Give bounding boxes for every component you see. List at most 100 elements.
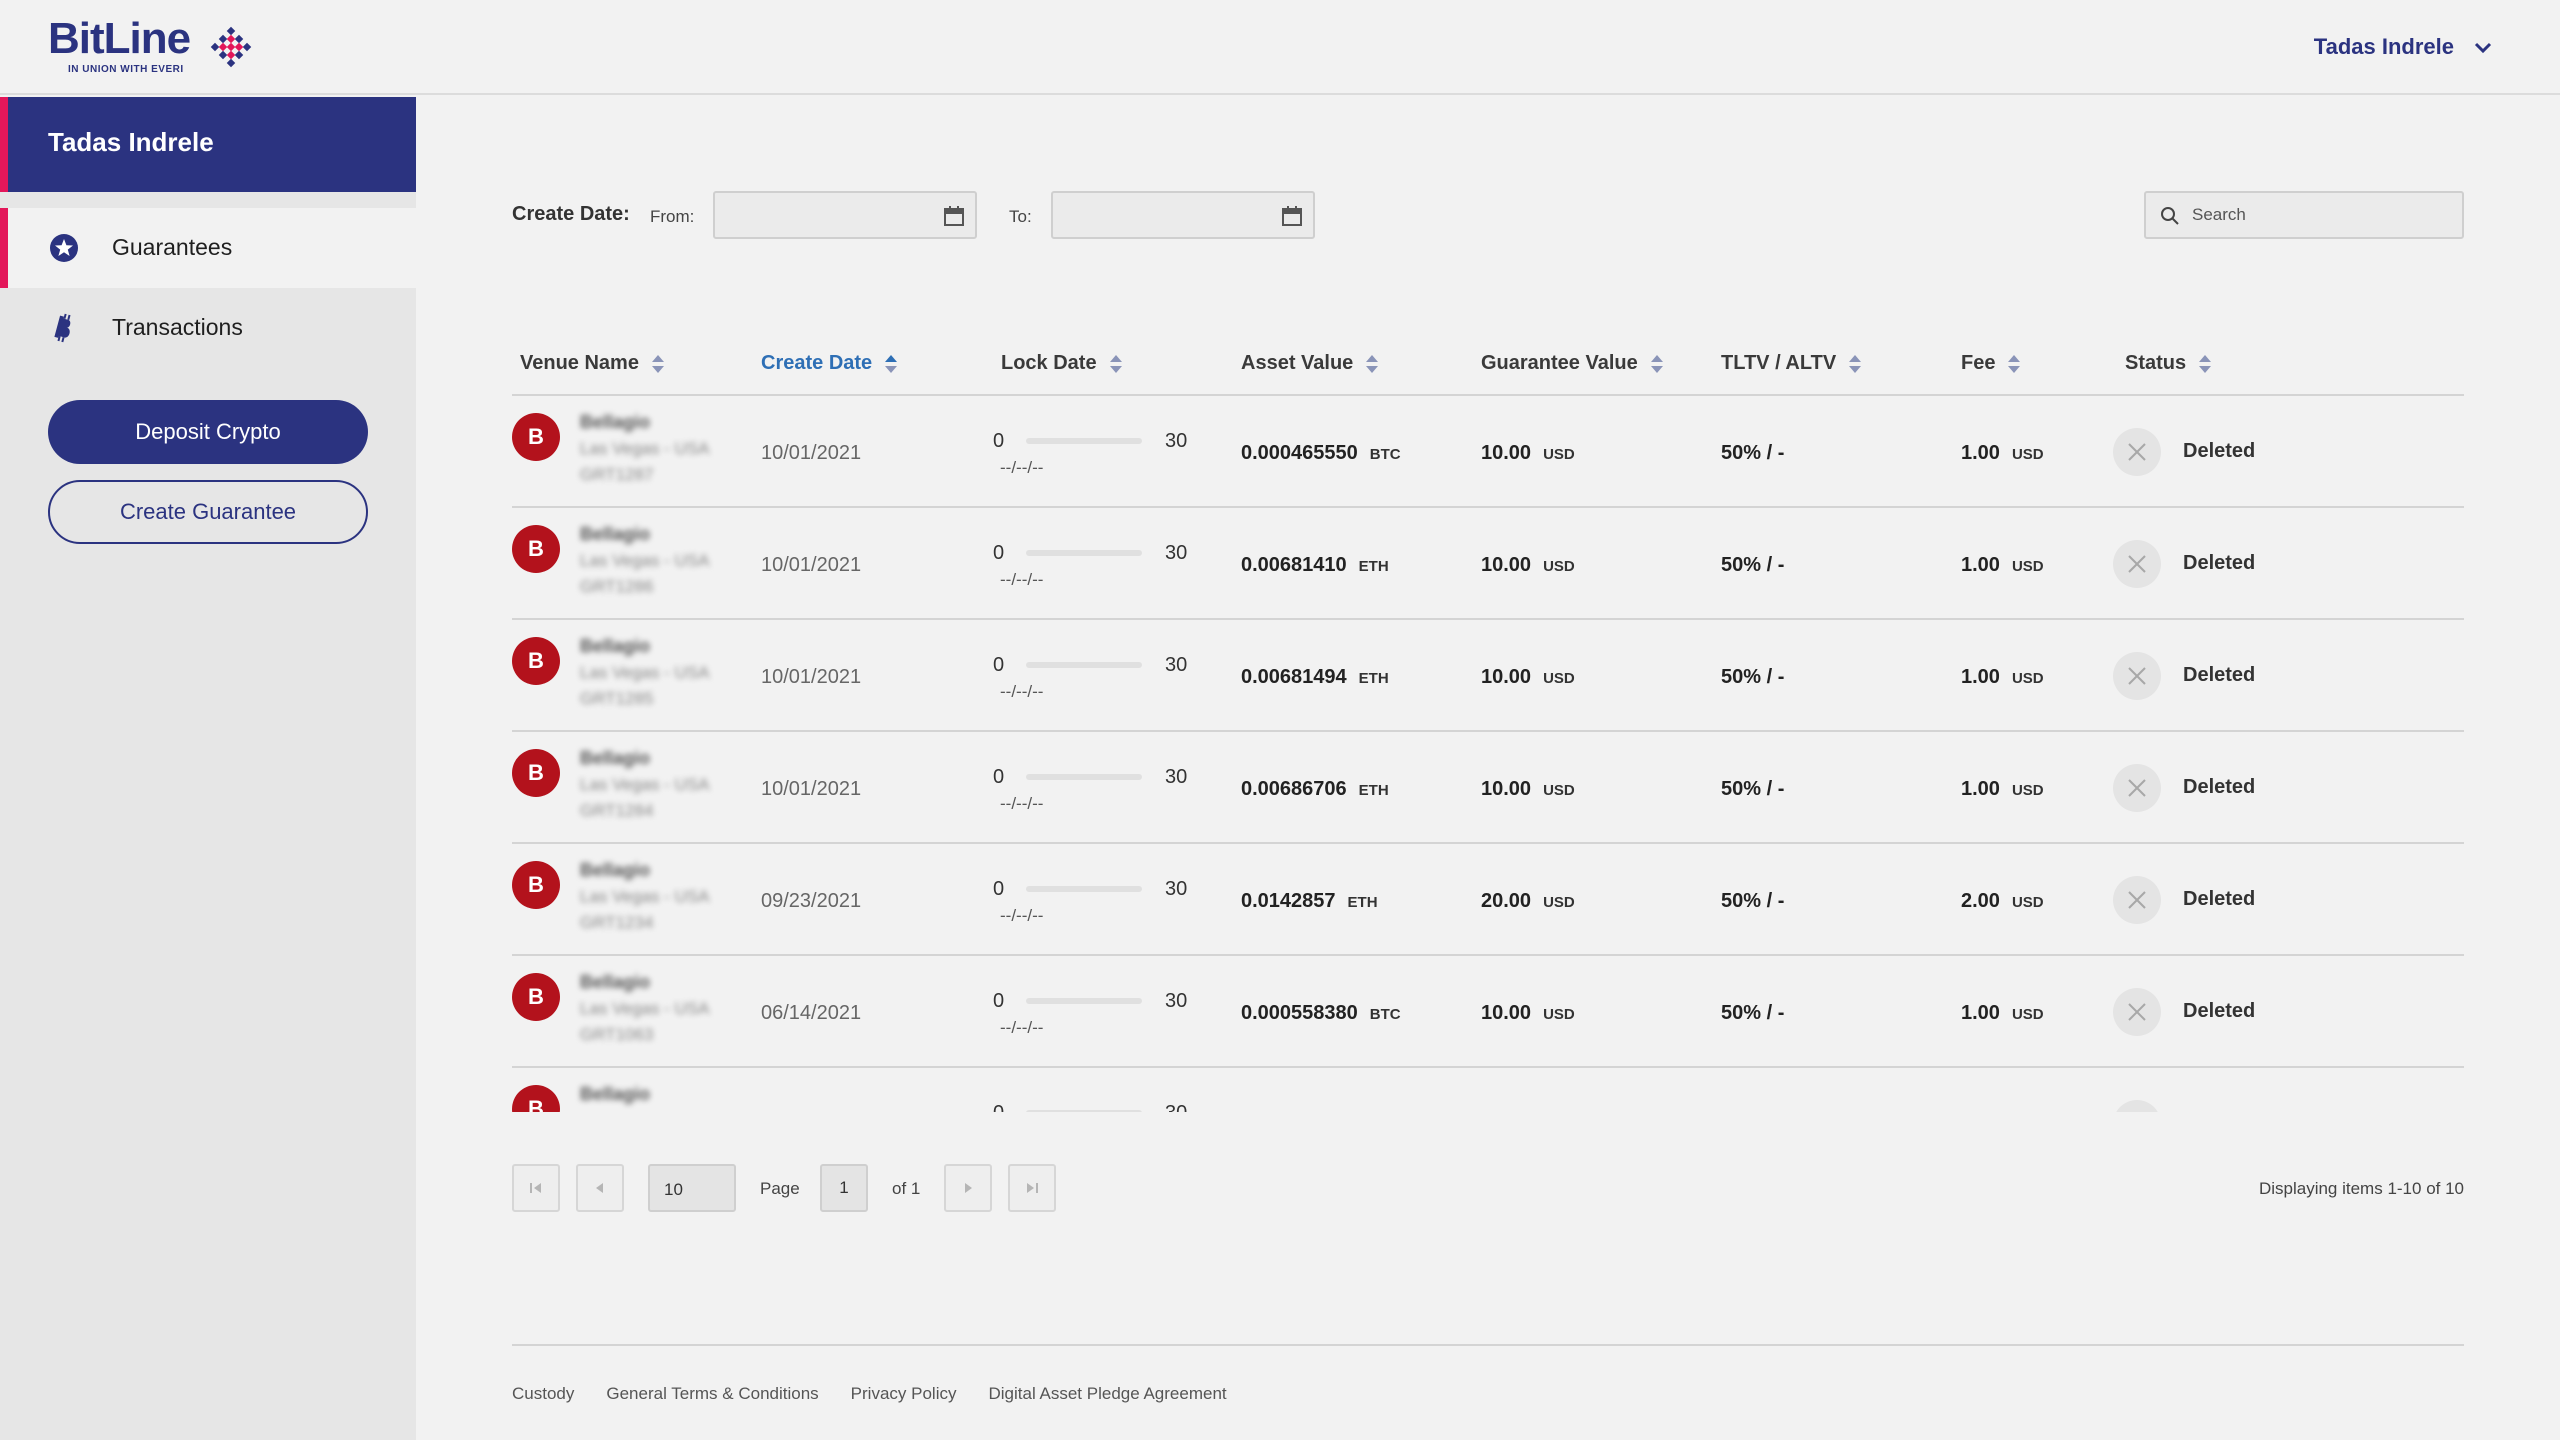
column-header-asset-value[interactable]: Asset Value: [1241, 352, 1379, 375]
status-icon: [2113, 876, 2161, 924]
venue-name: Bellagio: [580, 636, 651, 656]
search-box[interactable]: [2144, 191, 2464, 239]
column-header-venue-name[interactable]: Venue Name: [520, 352, 665, 375]
create-guarantee-button[interactable]: Create Guarantee: [48, 480, 368, 544]
pagination-bar: 10 Page 1 of 1 Displaying items 1-10 of …: [512, 1164, 2464, 1212]
close-icon: [2128, 1003, 2146, 1021]
venue-info: Bellagio Las Vegas - USA GRT1063: [580, 972, 709, 1045]
deposit-crypto-button[interactable]: Deposit Crypto: [48, 400, 368, 464]
user-menu[interactable]: Tadas Indrele: [2314, 34, 2494, 60]
guarantee-amount: 10.00: [1481, 1002, 1532, 1024]
next-page-button[interactable]: [944, 1164, 992, 1212]
asset-amount: 0.00686706: [1241, 778, 1347, 800]
sort-icon: [651, 354, 664, 373]
chevron-down-icon: [2474, 42, 2492, 54]
previous-page-button[interactable]: [576, 1164, 624, 1212]
sidebar-user-banner: Tadas Indrele: [0, 97, 416, 192]
column-label: Fee: [1961, 352, 1996, 374]
column-label: Status: [2125, 352, 2187, 374]
lock-date: --/--/--: [1000, 794, 1044, 813]
venue-code: GRT1285: [580, 689, 654, 708]
column-label: Asset Value: [1241, 352, 1354, 374]
guarantee-currency: USD: [1543, 782, 1575, 799]
table-row[interactable]: B Bellagio Las Vegas - USA GRT1287 10/01/202…: [512, 396, 2464, 508]
lock-date: --/--/--: [1000, 570, 1044, 589]
fee-value: 1.00 USD: [1961, 554, 2044, 577]
search-input[interactable]: [2192, 201, 2452, 229]
table-row[interactable]: B Bellagio Las Vegas - USA GRT1234 09/23/202…: [512, 844, 2464, 956]
lock-date: --/--/--: [1000, 906, 1044, 925]
status-icon: [2113, 652, 2161, 700]
sidebar-item-guarantees[interactable]: Guarantees: [0, 208, 416, 288]
create-date: 10/01/2021: [761, 442, 862, 464]
first-page-button[interactable]: [512, 1164, 560, 1212]
guarantee-value: 10.00 USD: [1481, 778, 1575, 801]
column-header-fee[interactable]: Fee: [1961, 352, 2021, 375]
calendar-icon[interactable]: [1281, 205, 1303, 227]
column-header-status[interactable]: Status: [2125, 352, 2212, 375]
sort-icon: [1366, 354, 1379, 373]
venue-avatar: B: [512, 1085, 560, 1112]
footer-link-custody[interactable]: Custody: [512, 1384, 574, 1404]
page-number-input[interactable]: 1: [820, 1164, 868, 1212]
status-label: Deleted: [2183, 888, 2256, 910]
create-date: 09/23/2021: [761, 890, 862, 912]
lock-min: 0: [993, 878, 1005, 900]
asset-value: 0.0142857 ETH: [1241, 890, 1378, 913]
table-row[interactable]: B Bellagio Las Vegas - USA GRT1285 10/01/202…: [512, 620, 2464, 732]
footer-link-terms[interactable]: General Terms & Conditions: [606, 1384, 818, 1404]
tltv-altv: 50% / -: [1721, 442, 1785, 464]
fee-value: 1.00 USD: [1961, 1002, 2044, 1025]
lock-max: 30: [1165, 878, 1188, 900]
footer-link-pledge-agreement[interactable]: Digital Asset Pledge Agreement: [988, 1384, 1226, 1404]
column-label: TLTV / ALTV: [1721, 352, 1837, 374]
pagination-info: Displaying items 1-10 of 10: [2258, 1179, 2464, 1198]
guarantee-value: 10.00 USD: [1481, 442, 1575, 465]
page-size-value: 10: [664, 1180, 683, 1199]
fee-currency: USD: [2011, 446, 2044, 463]
column-header-tltv-altv[interactable]: TLTV / ALTV: [1721, 352, 1862, 375]
bitline-logo[interactable]: BitLine IN UNION WITH EVERI: [48, 14, 268, 80]
last-page-button[interactable]: [1008, 1164, 1056, 1212]
venue-code: GRT1287: [580, 465, 654, 484]
asset-amount: 0.0142857: [1241, 890, 1336, 912]
sort-icon: [1109, 354, 1122, 373]
first-page-icon: [530, 1183, 541, 1193]
venue-avatar: B: [512, 861, 560, 909]
fee-amount: 1.00: [1961, 666, 2000, 688]
sidebar-user-name: Tadas Indrele: [48, 127, 214, 157]
last-page-icon: [1027, 1183, 1038, 1193]
footer-link-privacy[interactable]: Privacy Policy: [851, 1384, 957, 1404]
to-date-input[interactable]: [1051, 191, 1315, 239]
lock-progress-bar: [1026, 662, 1142, 668]
from-date-input[interactable]: [713, 191, 977, 239]
table-row[interactable]: B Bellagio Las Vegas - USA GRT1286 10/01/202…: [512, 508, 2464, 620]
next-page-icon: [965, 1183, 972, 1193]
table-row[interactable]: B Bellagio Las Vegas - USA GRT1284 10/01/202…: [512, 732, 2464, 844]
column-header-create-date[interactable]: Create Date: [761, 352, 898, 375]
venue-avatar: B: [512, 525, 560, 573]
table-row[interactable]: B Bellagio 0 30: [512, 1068, 2464, 1112]
column-label: Create Date: [761, 352, 873, 374]
status-label: Deleted: [2183, 440, 2256, 462]
column-header-lock-date[interactable]: Lock Date: [1001, 352, 1123, 375]
lock-min: 0: [993, 990, 1005, 1012]
sort-icon: [2008, 354, 2021, 373]
guarantee-value: 10.00 USD: [1481, 554, 1575, 577]
venue-code: GRT1234: [580, 913, 654, 932]
table-body: B Bellagio Las Vegas - USA GRT1287 10/01/202…: [512, 396, 2464, 1112]
create-date: 10/01/2021: [761, 778, 862, 800]
lock-progress-bar: [1026, 438, 1142, 444]
column-header-guarantee-value[interactable]: Guarantee Value: [1481, 352, 1664, 375]
search-icon: [2161, 207, 2179, 225]
page-label: Page: [760, 1179, 800, 1198]
fee-currency: USD: [2011, 558, 2044, 575]
page-total-label: of 1: [892, 1179, 921, 1198]
asset-value: 0.000558380 BTC: [1241, 1002, 1401, 1025]
venue-location: Las Vegas - USA: [580, 551, 710, 570]
page-size-select[interactable]: 10: [648, 1164, 736, 1212]
table-row[interactable]: B Bellagio Las Vegas - USA GRT1063 06/14/202…: [512, 956, 2464, 1068]
fee-value: 1.00 USD: [1961, 666, 2044, 689]
sidebar-item-transactions[interactable]: Transactions: [0, 288, 416, 368]
calendar-icon[interactable]: [943, 205, 965, 227]
